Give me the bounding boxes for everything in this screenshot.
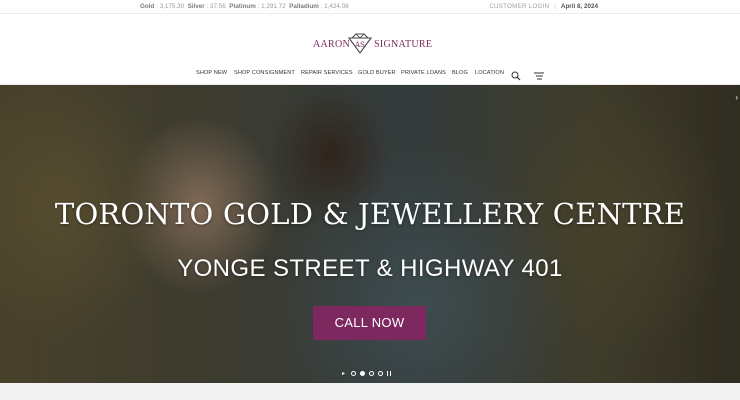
site-header: AARON AS SIGNATURE SHOP NEW SHOP CONSIGN…	[0, 14, 740, 85]
divider: |	[554, 3, 556, 10]
call-now-button[interactable]: CALL NOW	[313, 306, 426, 340]
below-fold-strip	[0, 383, 740, 400]
top-right-links: CUSTOMER LOGIN | April 8, 2024	[489, 3, 598, 10]
nav-shop-new[interactable]: SHOP NEW	[196, 70, 227, 76]
palladium-label: Palladium	[289, 3, 319, 10]
cart-icon[interactable]	[533, 68, 545, 86]
slider-dot[interactable]	[351, 371, 356, 376]
hero-slider: TORONTO GOLD & JEWELLERY CENTRE YONGE ST…	[0, 85, 740, 383]
silver-label: Silver	[187, 3, 205, 10]
svg-text:AS: AS	[354, 41, 365, 49]
nav-private-loans[interactable]: PRIVATE LOANS	[401, 70, 446, 76]
logo-word-signature: SIGNATURE	[374, 39, 433, 50]
nav-shop-consignment[interactable]: SHOP CONSIGNMENT	[234, 70, 295, 76]
site-logo[interactable]: AARON AS SIGNATURE	[313, 33, 432, 55]
logo-word-aaron: AARON	[313, 39, 351, 50]
hero-title: TORONTO GOLD & JEWELLERY CENTRE	[54, 197, 686, 231]
slider-dot[interactable]	[369, 371, 374, 376]
nav-blog[interactable]: BLOG	[452, 70, 468, 76]
slider-pause-icon[interactable]	[387, 371, 391, 376]
nav-location[interactable]: LOCATION	[475, 70, 504, 76]
slider-next-icon[interactable]: ›	[735, 93, 738, 102]
slider-dot[interactable]	[378, 371, 383, 376]
search-icon[interactable]	[511, 68, 521, 86]
gold-price: 3,175.30	[159, 3, 185, 10]
nav-gold-buyer[interactable]: GOLD BUYER	[358, 70, 396, 76]
slider-prev-icon[interactable]: ▸	[342, 370, 345, 377]
gold-label: Gold	[140, 3, 155, 10]
main-nav: SHOP NEW SHOP CONSIGNMENT REPAIR SERVICE…	[0, 67, 740, 81]
slider-dot-active[interactable]	[360, 371, 365, 376]
metal-prices: Gold : 3,175.30 Silver : 37.56 Platinum …	[140, 3, 349, 10]
logo-emblem-icon: AS	[347, 33, 373, 54]
metal-prices-bar: Gold : 3,175.30 Silver : 37.56 Platinum …	[0, 0, 740, 14]
nav-repair-services[interactable]: REPAIR SERVICES	[301, 70, 353, 76]
palladium-price: 1,424.08	[324, 3, 349, 10]
hero-subtitle: YONGE STREET & HIGHWAY 401	[177, 255, 563, 282]
current-date: April 8, 2024	[560, 3, 598, 10]
platinum-price: 1,291.72	[261, 3, 286, 10]
platinum-label: Platinum	[229, 3, 256, 10]
silver-price: 37.56	[210, 3, 226, 10]
customer-login-link[interactable]: CUSTOMER LOGIN	[489, 3, 549, 10]
